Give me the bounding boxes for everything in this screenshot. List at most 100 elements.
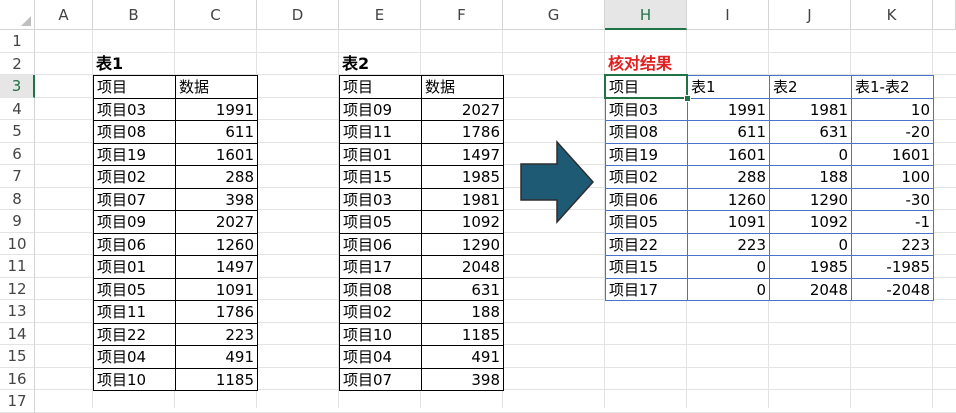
table1-cell[interactable]: 1091 — [175, 277, 258, 301]
column-header-j[interactable]: J — [769, 0, 851, 30]
table2-cell[interactable]: 项目03 — [339, 187, 422, 211]
result-header-cell[interactable]: 表1 — [687, 75, 770, 99]
table1-cell[interactable]: 项目06 — [93, 232, 176, 256]
table2-cell[interactable]: 2048 — [421, 255, 504, 279]
column-header-d[interactable]: D — [257, 0, 339, 30]
row-header-5[interactable]: 5 — [0, 120, 35, 143]
result-cell[interactable]: 223 — [851, 232, 934, 256]
result-header-cell[interactable]: 表1-表2 — [851, 75, 934, 99]
column-header-g[interactable]: G — [503, 0, 605, 30]
result-cell[interactable]: 1290 — [769, 187, 852, 211]
result-cell[interactable]: 1985 — [769, 255, 852, 279]
row-header-13[interactable]: 13 — [0, 300, 35, 323]
result-cell[interactable]: 项目03 — [605, 97, 688, 121]
table2-cell[interactable]: 项目02 — [339, 300, 422, 324]
result-cell[interactable]: 项目22 — [605, 232, 688, 256]
row-header-7[interactable]: 7 — [0, 165, 35, 188]
fill-handle[interactable] — [684, 94, 691, 102]
column-header-e[interactable]: E — [339, 0, 421, 30]
table2-cell[interactable]: 1981 — [421, 187, 504, 211]
result-cell[interactable]: 1601 — [687, 142, 770, 166]
result-cell[interactable]: 项目06 — [605, 187, 688, 211]
table2-cell[interactable]: 项目06 — [339, 232, 422, 256]
column-header-c[interactable]: C — [175, 0, 257, 30]
result-cell[interactable]: 188 — [769, 165, 852, 189]
table2-cell[interactable]: 491 — [421, 345, 504, 369]
table2-cell[interactable]: 项目04 — [339, 345, 422, 369]
table2-cell[interactable]: 2027 — [421, 97, 504, 121]
table2-cell[interactable]: 项目09 — [339, 97, 422, 121]
table2-cell[interactable]: 188 — [421, 300, 504, 324]
row-header-15[interactable]: 15 — [0, 345, 35, 368]
table2-cell[interactable]: 398 — [421, 367, 504, 391]
table2-cell[interactable]: 项目11 — [339, 120, 422, 144]
table1-cell[interactable]: 项目07 — [93, 187, 176, 211]
table2-cell[interactable]: 1092 — [421, 210, 504, 234]
table2-cell[interactable]: 项目08 — [339, 277, 422, 301]
row-header-4[interactable]: 4 — [0, 97, 35, 120]
select-all-corner[interactable] — [0, 0, 35, 30]
result-cell[interactable]: -2048 — [851, 277, 934, 301]
table2-cell[interactable]: 1985 — [421, 165, 504, 189]
row-header-8[interactable]: 8 — [0, 187, 35, 210]
table1-cell[interactable]: 223 — [175, 322, 258, 346]
table2-cell[interactable]: 1185 — [421, 322, 504, 346]
row-header-6[interactable]: 6 — [0, 142, 35, 165]
table1-cell[interactable]: 611 — [175, 120, 258, 144]
table1-cell[interactable]: 项目22 — [93, 322, 176, 346]
table1-title[interactable]: 表1 — [93, 53, 176, 77]
table2-cell[interactable]: 项目17 — [339, 255, 422, 279]
result-cell[interactable]: 288 — [687, 165, 770, 189]
table2-cell[interactable]: 项目15 — [339, 165, 422, 189]
result-cell[interactable]: -1985 — [851, 255, 934, 279]
column-header-b[interactable]: B — [93, 0, 175, 30]
row-header-9[interactable]: 9 — [0, 210, 35, 233]
table1-cell[interactable]: 项目03 — [93, 97, 176, 121]
table2-header-cell[interactable]: 数据 — [421, 75, 504, 99]
column-header-h[interactable]: H — [605, 0, 687, 30]
table1-cell[interactable]: 项目09 — [93, 210, 176, 234]
result-cell[interactable]: 1601 — [851, 142, 934, 166]
table2-cell[interactable]: 1290 — [421, 232, 504, 256]
column-header-f[interactable]: F — [421, 0, 503, 30]
table1-cell[interactable]: 398 — [175, 187, 258, 211]
table1-cell[interactable]: 项目04 — [93, 345, 176, 369]
row-header-12[interactable]: 12 — [0, 277, 35, 300]
table1-cell[interactable]: 项目02 — [93, 165, 176, 189]
table1-cell[interactable]: 1601 — [175, 142, 258, 166]
row-header-3[interactable]: 3 — [0, 75, 35, 98]
result-cell[interactable]: 0 — [687, 255, 770, 279]
result-cell[interactable]: 1991 — [687, 97, 770, 121]
result-cell[interactable]: 项目15 — [605, 255, 688, 279]
table1-cell[interactable]: 2027 — [175, 210, 258, 234]
result-cell[interactable]: 项目02 — [605, 165, 688, 189]
result-cell[interactable]: 1260 — [687, 187, 770, 211]
table1-cell[interactable]: 项目11 — [93, 300, 176, 324]
result-cell[interactable]: 631 — [769, 120, 852, 144]
row-header-2[interactable]: 2 — [0, 52, 35, 75]
result-cell[interactable]: 项目05 — [605, 210, 688, 234]
result-cell[interactable]: 0 — [687, 277, 770, 301]
table2-cell[interactable]: 项目07 — [339, 367, 422, 391]
result-cell[interactable]: 2048 — [769, 277, 852, 301]
table1-cell[interactable]: 1991 — [175, 97, 258, 121]
table1-cell[interactable]: 1786 — [175, 300, 258, 324]
row-header-16[interactable]: 16 — [0, 367, 35, 390]
table1-cell[interactable]: 项目19 — [93, 142, 176, 166]
table1-cell[interactable]: 项目10 — [93, 367, 176, 391]
row-header-14[interactable]: 14 — [0, 322, 35, 345]
table2-cell[interactable]: 1497 — [421, 142, 504, 166]
table1-cell[interactable]: 项目05 — [93, 277, 176, 301]
result-cell[interactable]: 611 — [687, 120, 770, 144]
table1-header-cell[interactable]: 数据 — [175, 75, 258, 99]
table1-cell[interactable]: 项目08 — [93, 120, 176, 144]
result-cell[interactable]: 项目08 — [605, 120, 688, 144]
row-header-11[interactable]: 11 — [0, 255, 35, 278]
result-cell[interactable]: 1092 — [769, 210, 852, 234]
result-cell[interactable]: 0 — [769, 142, 852, 166]
result-cell[interactable]: -1 — [851, 210, 934, 234]
row-header-17[interactable]: 17 — [0, 390, 35, 413]
result-cell[interactable]: 223 — [687, 232, 770, 256]
table2-title[interactable]: 表2 — [339, 53, 422, 77]
table1-cell[interactable]: 1497 — [175, 255, 258, 279]
